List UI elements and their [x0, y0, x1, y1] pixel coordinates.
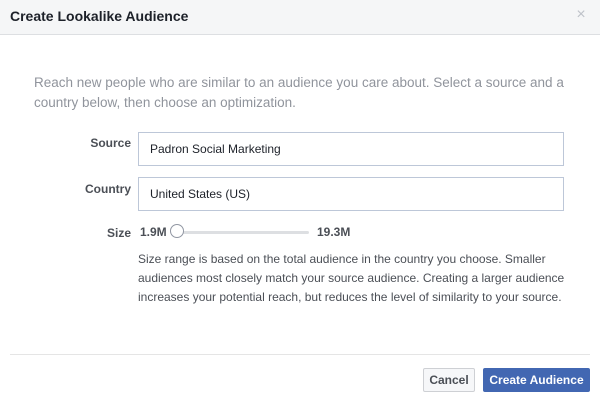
source-label: Source	[90, 136, 131, 150]
size-max-value: 19.3M	[317, 225, 351, 239]
close-icon[interactable]: ×	[572, 6, 590, 24]
dialog-intro-text: Reach new people who are similar to an a…	[34, 75, 564, 110]
size-min-value: 1.9M	[140, 225, 167, 239]
size-slider-thumb[interactable]	[170, 224, 184, 238]
size-help-text: Size range is based on the total audienc…	[138, 252, 565, 304]
dialog-header: Create Lookalike Audience ×	[0, 0, 600, 35]
cancel-button[interactable]: Cancel	[423, 368, 475, 392]
size-label: Size	[106, 226, 131, 240]
create-audience-button[interactable]: Create Audience	[483, 368, 590, 392]
footer-divider	[10, 354, 590, 355]
create-lookalike-dialog: Create Lookalike Audience × Reach new pe…	[0, 0, 600, 401]
dialog-title: Create Lookalike Audience	[10, 8, 189, 24]
country-label: Country	[85, 182, 131, 196]
country-input[interactable]	[138, 177, 564, 211]
size-slider-track[interactable]	[177, 231, 309, 234]
source-input[interactable]	[138, 132, 564, 166]
